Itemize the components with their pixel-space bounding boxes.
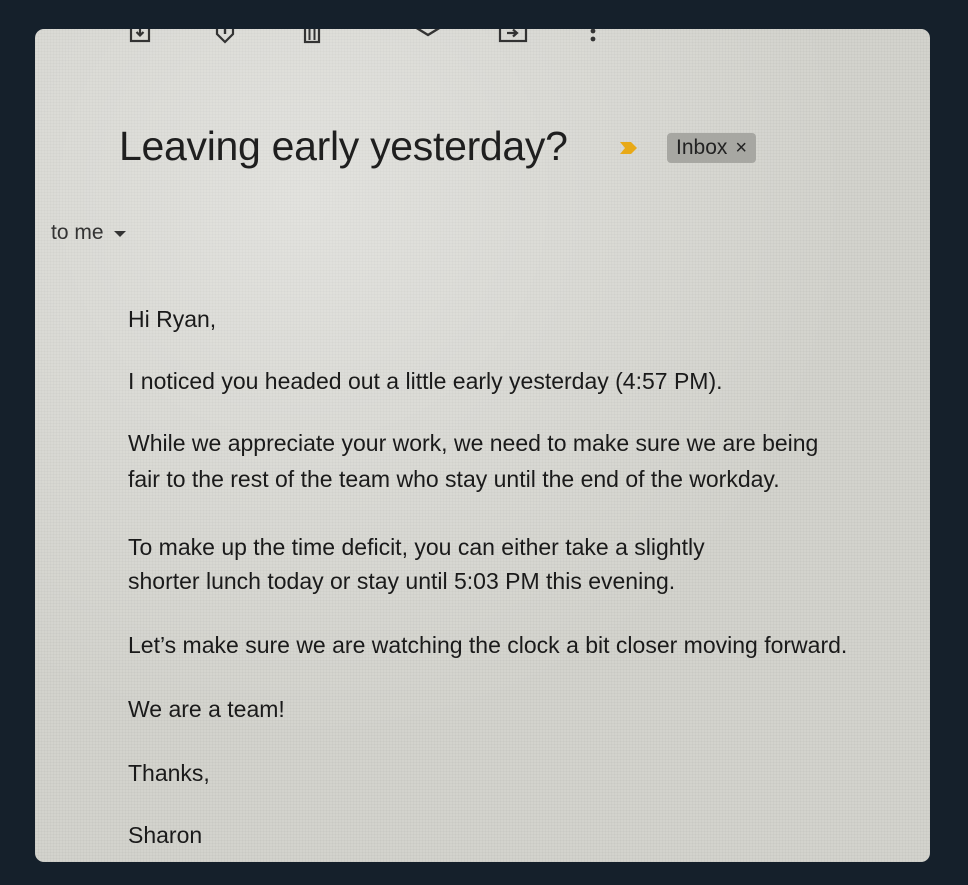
dropdown-caret-icon	[113, 231, 126, 237]
body-paragraph: To make up the time deficit, you can eit…	[128, 534, 705, 560]
signature: Sharon	[128, 822, 203, 848]
body-paragraph: I noticed you headed out a little early …	[128, 368, 723, 394]
mark-unread-icon[interactable]	[413, 29, 443, 49]
body-paragraph: While we appreciate your work, we need t…	[128, 430, 819, 456]
report-spam-icon[interactable]	[210, 29, 240, 49]
more-options-icon[interactable]	[578, 29, 608, 49]
recipient-label: to me	[51, 221, 104, 244]
delete-icon[interactable]	[297, 29, 327, 49]
email-subject: Leaving early yesterday?	[119, 123, 568, 169]
importance-marker-icon[interactable]	[619, 140, 639, 161]
move-to-icon[interactable]	[498, 29, 528, 49]
greeting-line: Hi Ryan,	[128, 306, 217, 332]
body-paragraph: We are a team!	[128, 696, 285, 722]
closing-line: Thanks,	[128, 760, 210, 786]
body-paragraph: Let’s make sure we are watching the cloc…	[128, 632, 848, 658]
email-screen: Leaving early yesterday? Inbox × to me H…	[35, 29, 930, 862]
remove-label-button[interactable]: ×	[735, 138, 747, 158]
archive-icon[interactable]	[125, 29, 155, 49]
inbox-label-chip[interactable]: Inbox ×	[667, 133, 757, 163]
email-toolbar	[35, 29, 930, 51]
recipient-details-toggle[interactable]: to me	[51, 221, 126, 245]
body-paragraph: shorter lunch today or stay until 5:03 P…	[128, 568, 676, 594]
label-text: Inbox	[676, 136, 728, 159]
body-paragraph: fair to the rest of the team who stay un…	[128, 466, 780, 492]
